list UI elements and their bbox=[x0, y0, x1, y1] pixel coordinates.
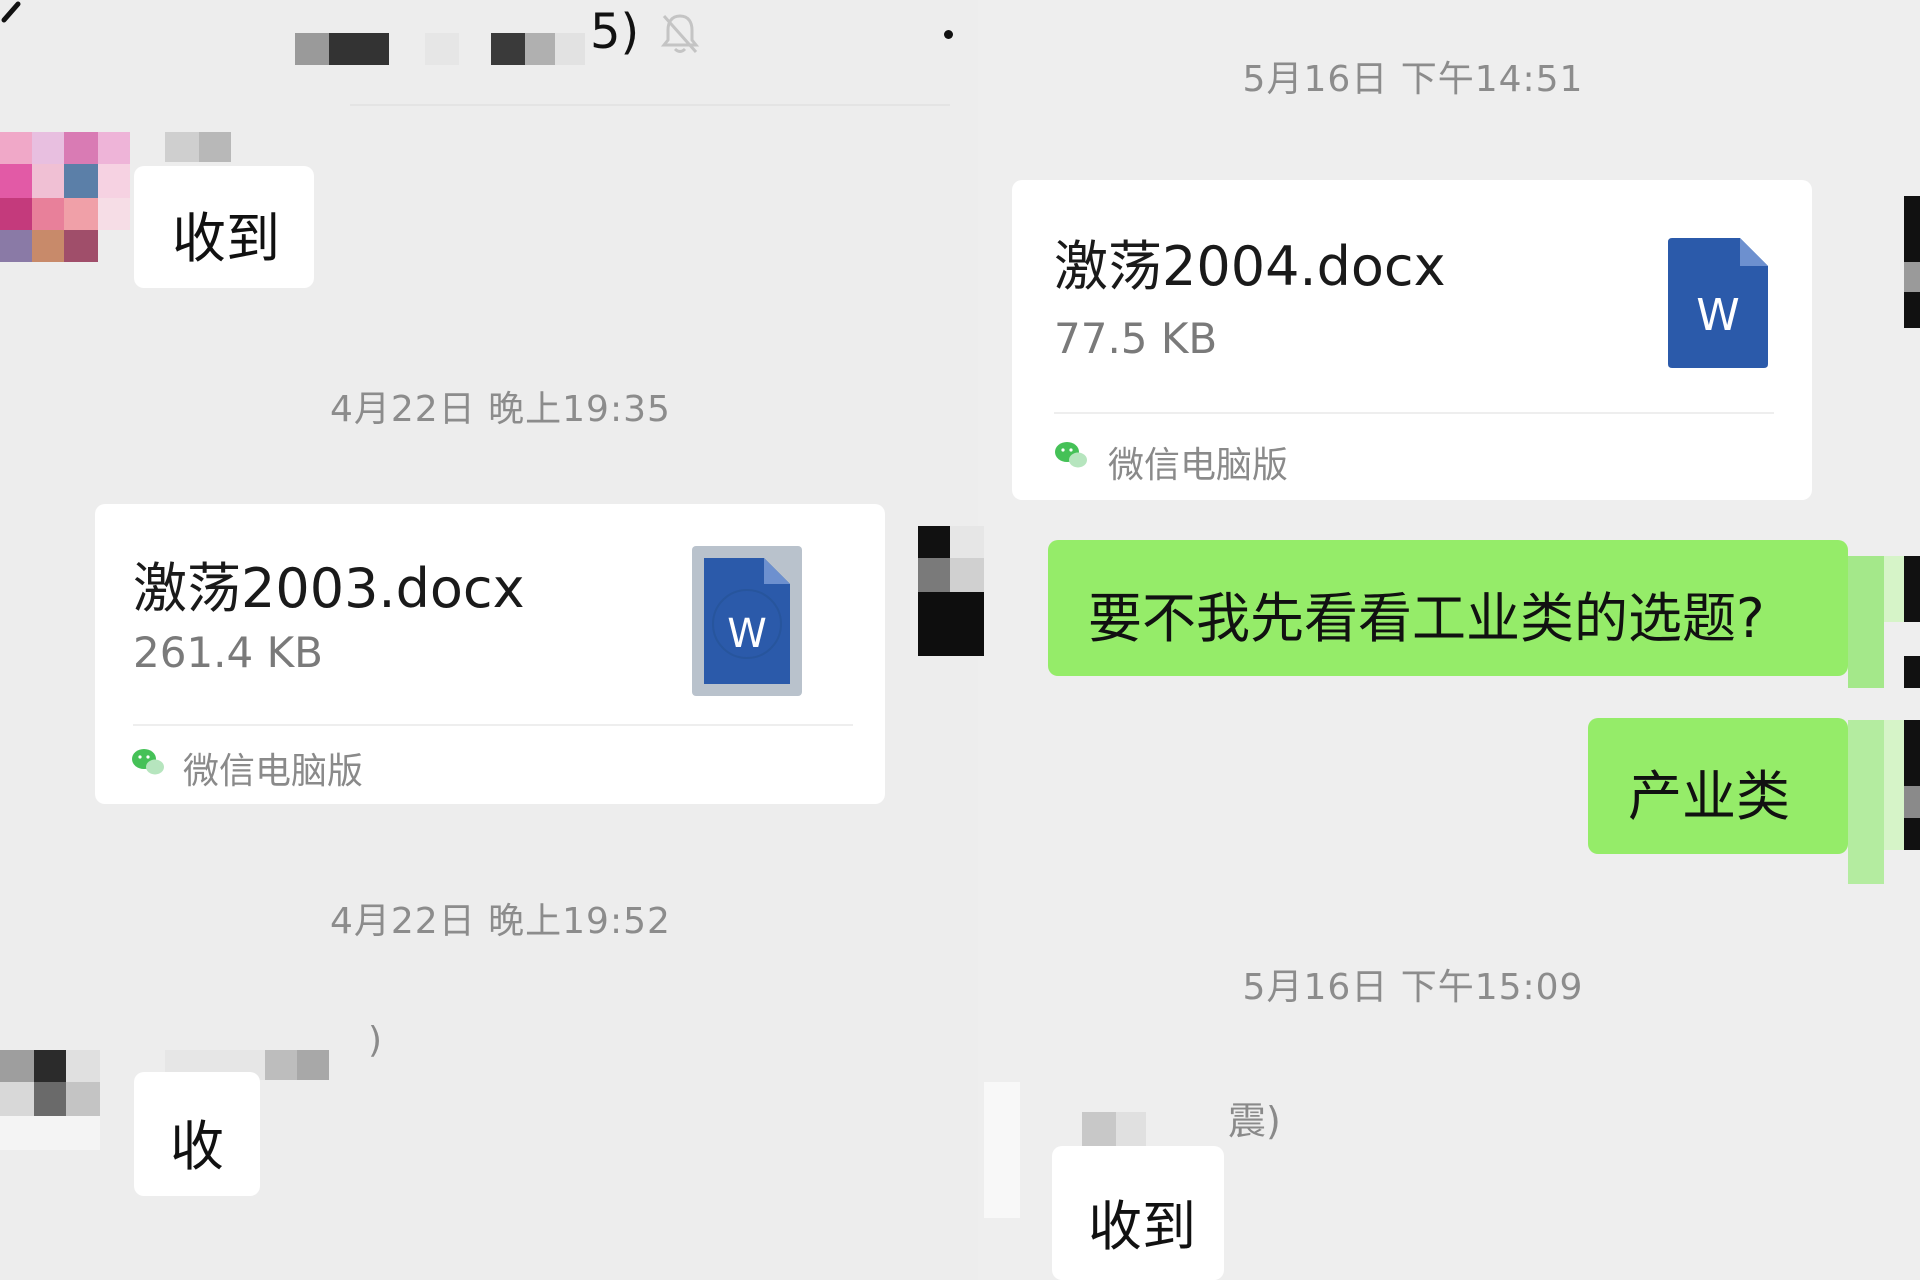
message-text: 收到 bbox=[172, 207, 280, 270]
redacted-chat-title bbox=[295, 33, 595, 65]
timestamp: 4月22日 晚上19:35 bbox=[330, 389, 671, 430]
wechat-logo-icon bbox=[1055, 442, 1087, 468]
file-name: 激荡2004.docx bbox=[1054, 235, 1446, 298]
redacted-sender-name bbox=[165, 132, 231, 162]
message-bubble[interactable]: 收到 bbox=[1052, 1146, 1224, 1280]
timestamp: 5月16日 下午14:51 bbox=[1242, 59, 1584, 100]
message-text: 收 bbox=[170, 1115, 224, 1178]
redacted-sender-name bbox=[1082, 1112, 1172, 1146]
message-text: 收到 bbox=[1088, 1195, 1196, 1258]
file-card-divider bbox=[133, 724, 853, 726]
status-dot bbox=[944, 30, 953, 39]
own-avatar[interactable] bbox=[1848, 556, 1920, 688]
wechat-logo-icon bbox=[132, 749, 164, 775]
own-avatar[interactable] bbox=[1904, 196, 1920, 328]
word-file-icon: W bbox=[692, 546, 802, 696]
file-source-label: 微信电脑版 bbox=[183, 751, 364, 792]
header-divider bbox=[350, 104, 950, 106]
message-bubble[interactable]: 收 bbox=[134, 1072, 260, 1196]
file-card-divider bbox=[1054, 412, 1774, 414]
sender-avatar[interactable] bbox=[0, 1050, 100, 1150]
back-chevron-icon[interactable] bbox=[0, 0, 30, 40]
file-name: 激荡2003.docx bbox=[133, 557, 525, 620]
file-message-card[interactable]: 激荡2004.docx 77.5 KB W 微信电脑版 bbox=[1012, 180, 1812, 500]
sender-name-fragment: ) bbox=[368, 1020, 383, 1061]
svg-text:W: W bbox=[1696, 290, 1740, 341]
redacted-block bbox=[918, 526, 984, 656]
svg-text:W: W bbox=[727, 611, 767, 657]
sender-avatar[interactable] bbox=[0, 132, 130, 262]
timestamp: 5月16日 下午15:09 bbox=[1242, 967, 1584, 1008]
chat-title-suffix: 5) bbox=[590, 4, 640, 60]
timestamp: 4月22日 晚上19:52 bbox=[330, 901, 671, 942]
file-size: 261.4 KB bbox=[133, 628, 323, 677]
file-size: 77.5 KB bbox=[1054, 314, 1218, 363]
file-message-card[interactable]: 激荡2003.docx 261.4 KB W 微信电脑版 bbox=[95, 504, 885, 804]
word-file-icon: W bbox=[1668, 238, 1768, 368]
message-text: 要不我先看看工业类的选题? bbox=[1088, 587, 1765, 650]
left-chat-screenshot: 5) 收到 4月22日 晚上19:35 激荡2003.docx 261.4 KB… bbox=[0, 0, 978, 1280]
bell-mute-icon bbox=[660, 14, 700, 53]
message-bubble-outgoing[interactable]: 要不我先看看工业类的选题? bbox=[1048, 540, 1848, 676]
file-source-label: 微信电脑版 bbox=[1108, 445, 1289, 486]
message-bubble[interactable]: 收到 bbox=[134, 166, 314, 288]
right-chat-screenshot: 5月16日 下午14:51 激荡2004.docx 77.5 KB W 微信电脑… bbox=[918, 0, 1920, 1280]
sender-avatar[interactable] bbox=[984, 1082, 1020, 1218]
own-avatar[interactable] bbox=[1788, 720, 1920, 884]
sender-name-fragment: 震) bbox=[1228, 1099, 1281, 1143]
message-text: 产业类 bbox=[1628, 765, 1790, 828]
